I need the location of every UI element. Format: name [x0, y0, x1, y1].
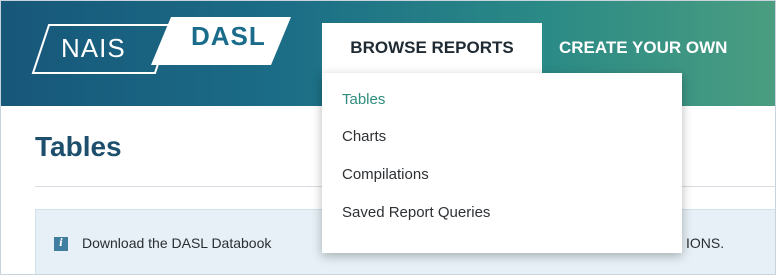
logo-nais-text: NAIS [61, 33, 126, 63]
app-frame: NAIS DASL BROWSE REPORTS CREATE YOUR OWN… [0, 0, 776, 275]
nav-browse-reports[interactable]: BROWSE REPORTS [322, 23, 542, 73]
notice-text-end[interactable]: IONS. [686, 235, 724, 251]
logo-dasl-parallelogram: DASL [151, 17, 291, 65]
dropdown-item-tables[interactable]: Tables [342, 91, 385, 108]
nais-dasl-logo[interactable]: NAIS DASL [31, 17, 291, 79]
logo-dasl-text: DASL [191, 21, 266, 51]
page-title: Tables [35, 131, 122, 162]
notice-text-start: Download the DASL Databook [82, 235, 272, 251]
nav-create-your-own[interactable]: CREATE YOUR OWN [559, 23, 727, 73]
dropdown-item-charts[interactable]: Charts [342, 128, 386, 145]
browse-reports-dropdown: Tables Charts Compilations Saved Report … [322, 73, 682, 253]
dropdown-item-compilations[interactable]: Compilations [342, 166, 429, 183]
info-icon: i [54, 237, 68, 251]
dropdown-item-saved-report-queries[interactable]: Saved Report Queries [342, 204, 490, 221]
